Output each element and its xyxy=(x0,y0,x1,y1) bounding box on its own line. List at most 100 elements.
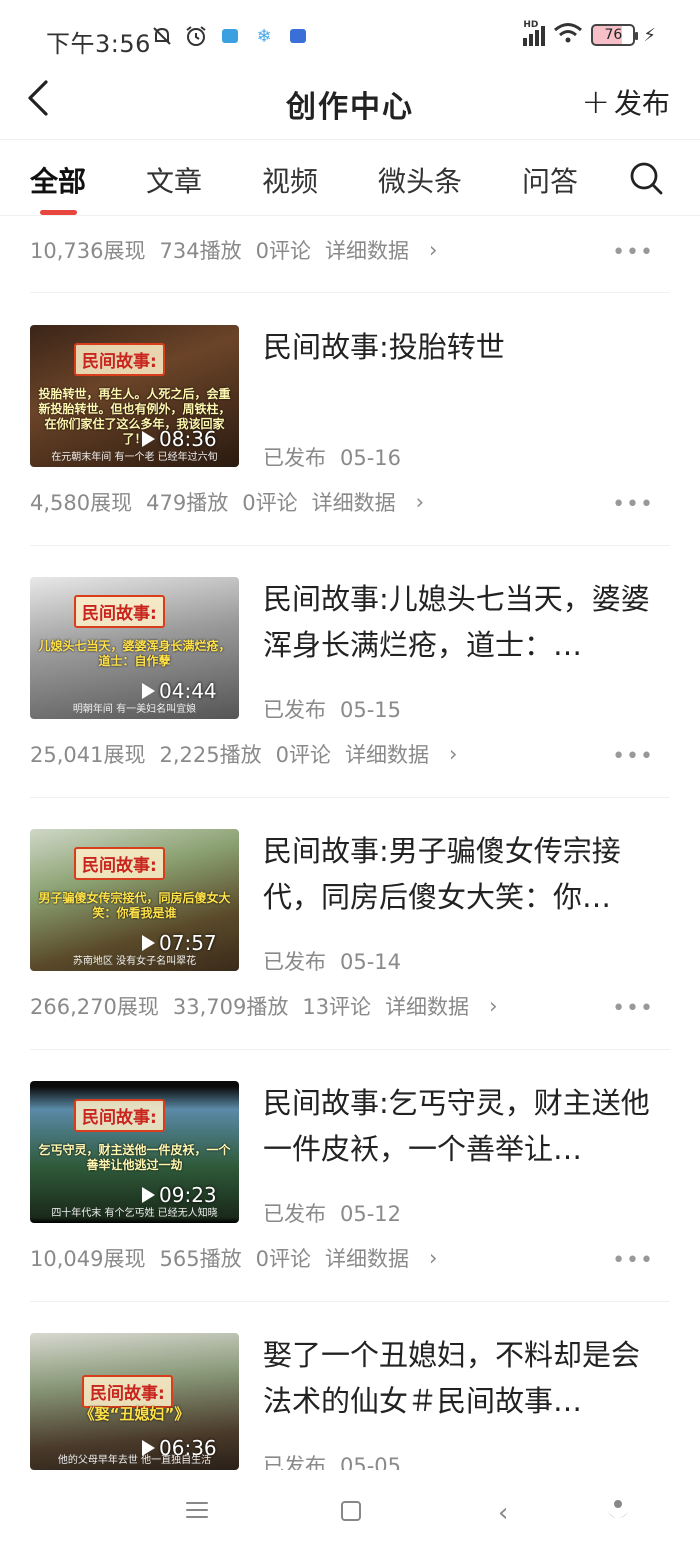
detail-data-label: 详细数据 xyxy=(344,743,429,767)
detail-data-label: 详细数据 xyxy=(324,239,409,263)
status-system-icons: HD 76 ⚡ xyxy=(523,20,656,48)
publish-status: 已发布 xyxy=(263,950,326,974)
app-header: 创作中心 + 发布 xyxy=(0,62,700,140)
battery-icon: 76 xyxy=(591,24,639,46)
stats-row: 10,736展现 734播放 0评论 详细数据 › ••• xyxy=(30,230,670,270)
publish-meta: 已发布 05-12 xyxy=(263,1198,415,1228)
video-thumbnail[interactable]: 民间故事: 乞丐守灵，财主送他一件皮袄，一个善举让他逃过一劫 09:23 四十年… xyxy=(30,1081,239,1223)
signal-label: HD xyxy=(523,20,539,30)
thumbnail-caption: 乞丐守灵，财主送他一件皮袄，一个善举让他逃过一劫 xyxy=(38,1143,231,1172)
tab-qa[interactable]: 问答 xyxy=(522,160,578,200)
comments-count: 13评论 xyxy=(302,995,372,1019)
publish-meta: 已发布 05-05 xyxy=(263,1450,415,1470)
play-icon xyxy=(142,1187,155,1203)
back-icon[interactable]: ‹ xyxy=(498,1498,508,1528)
plays-count: 479播放 xyxy=(146,491,229,515)
publish-meta: 已发布 05-15 xyxy=(263,694,415,724)
publish-date: 05-05 xyxy=(340,1454,402,1470)
chevron-right-icon: › xyxy=(448,742,458,766)
divider xyxy=(30,1301,670,1302)
publish-status: 已发布 xyxy=(263,446,326,470)
app-notification-icon xyxy=(218,24,242,48)
bell-mute-icon xyxy=(150,24,174,48)
thumbnail-tag: 民间故事: xyxy=(82,1375,173,1408)
tab-articles[interactable]: 文章 xyxy=(146,160,202,200)
stats-row: 10,049展现 565播放 0评论 详细数据 › ••• xyxy=(30,1238,670,1278)
publish-date: 05-16 xyxy=(340,446,402,470)
views-count: 25,041展现 xyxy=(30,743,146,767)
video-title[interactable]: 民间故事:儿媳头七当天，婆婆浑身长满烂疮，道士：… xyxy=(263,576,658,668)
plus-icon: + xyxy=(581,82,610,122)
thumbnail-subline: 四十年代末 有个乞丐姓 已经无人知晓 xyxy=(51,1208,218,1219)
publish-label: 发布 xyxy=(613,87,670,120)
views-count: 10,049展现 xyxy=(30,1247,146,1271)
charging-icon: ⚡ xyxy=(643,24,656,46)
wifi-icon xyxy=(553,22,583,48)
thumbnail-tag: 民间故事: xyxy=(74,1099,165,1132)
thumbnail-subline: 在元朝末年间 有一个老 已经年过六旬 xyxy=(51,452,218,463)
video-thumbnail[interactable]: 民间故事: 男子骗傻女传宗接代，同房后傻女大笑：你看我是谁 07:57 苏南地区… xyxy=(30,829,239,971)
search-icon[interactable] xyxy=(628,160,664,196)
more-icon[interactable]: ••• xyxy=(612,744,654,769)
thumbnail-subline: 苏南地区 没有女子名叫翠花 xyxy=(72,956,197,967)
video-title[interactable]: 民间故事:投胎转世 xyxy=(263,324,658,370)
thumbnail-tag: 民间故事: xyxy=(74,847,165,880)
tab-videos[interactable]: 视频 xyxy=(262,160,318,200)
play-icon xyxy=(142,683,155,699)
publish-date: 05-15 xyxy=(340,698,402,722)
content-tabs: 全部 文章 视频 微头条 问答 xyxy=(0,140,700,216)
video-title[interactable]: 娶了一个丑媳妇，不料却是会法术的仙女＃民间故事… xyxy=(263,1332,658,1424)
thumbnail-subline: 明朝年间 有一美妇名叫宜娘 xyxy=(72,704,197,715)
detail-data-link[interactable]: 详细数据 › xyxy=(312,487,438,517)
plays-count: 734播放 xyxy=(159,239,242,263)
play-icon xyxy=(142,431,155,447)
more-icon[interactable]: ••• xyxy=(612,1248,654,1273)
video-title[interactable]: 民间故事:乞丐守灵，财主送他一件皮袄，一个善举让… xyxy=(263,1080,658,1172)
plays-count: 33,709播放 xyxy=(172,995,289,1019)
more-icon[interactable]: ••• xyxy=(612,492,654,517)
video-thumbnail[interactable]: 民间故事: 儿媳头七当天，婆婆浑身长满烂疮，道士：自作孽 04:44 明朝年间 … xyxy=(30,577,239,719)
video-title[interactable]: 民间故事:男子骗傻女传宗接代，同房后傻女大笑：你… xyxy=(263,828,658,920)
detail-data-link[interactable]: 详细数据 › xyxy=(385,991,511,1021)
publish-status: 已发布 xyxy=(263,698,326,722)
views-count: 266,270展现 xyxy=(30,995,159,1019)
detail-data-label: 详细数据 xyxy=(324,1247,409,1271)
tab-all[interactable]: 全部 xyxy=(30,160,86,200)
assistant-icon[interactable] xyxy=(606,1498,630,1524)
publish-button[interactable]: + 发布 xyxy=(581,82,670,122)
divider xyxy=(30,292,670,293)
comments-count: 0评论 xyxy=(275,743,331,767)
divider xyxy=(30,797,670,798)
publish-status: 已发布 xyxy=(263,1202,326,1226)
detail-data-link[interactable]: 详细数据 › xyxy=(345,739,471,769)
comments-count: 0评论 xyxy=(255,1247,311,1271)
comments-count: 0评论 xyxy=(242,491,298,515)
signal-icon: HD xyxy=(523,20,546,46)
menu-icon[interactable] xyxy=(186,1502,208,1520)
publish-meta: 已发布 05-16 xyxy=(263,442,415,472)
divider xyxy=(30,545,670,546)
system-nav-bar: ‹ xyxy=(0,1470,700,1555)
home-icon[interactable] xyxy=(341,1501,361,1521)
detail-data-link[interactable]: 详细数据 › xyxy=(325,1243,451,1273)
chevron-right-icon: › xyxy=(428,238,438,262)
more-icon[interactable]: ••• xyxy=(612,240,654,265)
plays-count: 2,225播放 xyxy=(159,743,262,767)
stats-row: 25,041展现 2,225播放 0评论 详细数据 › ••• xyxy=(30,734,670,774)
detail-data-label: 详细数据 xyxy=(311,491,396,515)
thumbnail-tag: 民间故事: xyxy=(74,595,165,628)
alarm-icon xyxy=(184,24,208,48)
thumbnail-caption: 《娶“丑媳妇”》 xyxy=(79,1405,190,1423)
views-count: 10,736展现 xyxy=(30,239,146,263)
video-thumbnail[interactable]: 民间故事: 《娶“丑媳妇”》 06:36 他的父母早年去世 他一直独自生活 xyxy=(30,1333,239,1470)
detail-data-label: 详细数据 xyxy=(385,995,470,1019)
detail-data-link[interactable]: 详细数据 › xyxy=(325,235,451,265)
status-notification-icons: ❄ xyxy=(150,24,310,48)
video-thumbnail[interactable]: 民间故事: 投胎转世，再生人。人死之后，会重新投胎转世。但也有例外，周铁柱，在你… xyxy=(30,325,239,467)
publish-meta: 已发布 05-14 xyxy=(263,946,415,976)
snow-icon: ❄ xyxy=(256,25,272,47)
thumbnail-subline: 他的父母早年去世 他一直独自生活 xyxy=(57,1455,212,1466)
tab-micro-posts[interactable]: 微头条 xyxy=(378,160,462,200)
more-icon[interactable]: ••• xyxy=(612,996,654,1021)
status-time: 下午3:56 xyxy=(46,30,151,58)
